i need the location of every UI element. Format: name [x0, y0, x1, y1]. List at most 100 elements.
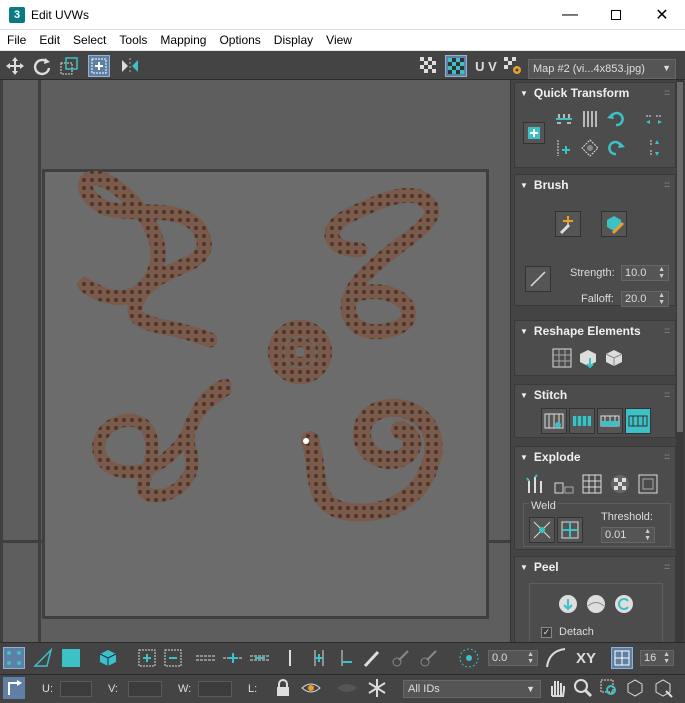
drag-grip-icon[interactable]: :::: [664, 562, 670, 571]
pan-view-button[interactable]: [546, 677, 568, 699]
loop-button[interactable]: [193, 647, 219, 669]
pixel-snap-button[interactable]: [611, 647, 633, 669]
scrollbar-thumb[interactable]: [677, 82, 683, 432]
align-to-edge-button[interactable]: [553, 137, 575, 159]
straighten-button[interactable]: [579, 137, 601, 159]
grow-selection-button[interactable]: [136, 647, 158, 669]
spinner-arrows-icon[interactable]: ▲ ▼: [663, 651, 670, 665]
drag-grip-icon[interactable]: :::: [664, 452, 670, 461]
spinner-arrows-icon[interactable]: ▲ ▼: [658, 292, 665, 306]
rotate-tool-button[interactable]: [31, 55, 53, 77]
ring-shrink-button[interactable]: [335, 647, 357, 669]
ring-button[interactable]: [279, 647, 301, 669]
rollout-header[interactable]: ▼ Reshape Elements :::: [515, 321, 675, 341]
zoom-selected-button[interactable]: [652, 677, 674, 699]
freeform-tool-button[interactable]: [88, 55, 110, 77]
paint-select-button[interactable]: [361, 647, 383, 669]
uv-axis-button[interactable]: U V: [473, 55, 499, 77]
relax-until-flat-button[interactable]: [575, 345, 601, 371]
freeze-button[interactable]: [366, 677, 388, 699]
flatten-by-material-button[interactable]: [635, 471, 661, 497]
strength-spinner[interactable]: 10.0 ▲ ▼: [621, 265, 669, 281]
paint-move-button[interactable]: [555, 211, 581, 237]
relax-button[interactable]: [601, 345, 627, 371]
minimize-button[interactable]: —: [547, 0, 593, 30]
spinner-arrows-icon[interactable]: ▲ ▼: [644, 528, 651, 542]
stitch-average-button[interactable]: [597, 408, 623, 434]
mirror-tool-button[interactable]: [119, 55, 141, 77]
menu-mapping[interactable]: Mapping: [153, 33, 212, 47]
flatten-by-smoothing-button[interactable]: [607, 471, 633, 497]
drag-grip-icon[interactable]: :::: [664, 390, 670, 399]
break-button[interactable]: [523, 471, 549, 497]
scale-tool-button[interactable]: [58, 55, 80, 77]
stitch-to-target-button[interactable]: [625, 408, 651, 434]
set-pivot-button[interactable]: [523, 122, 545, 144]
stitch-to-source-button[interactable]: [569, 408, 595, 434]
threshold-spinner[interactable]: 0.01 ▲ ▼: [601, 527, 655, 543]
brush-falloff-type-button[interactable]: [525, 266, 551, 292]
relax-brush-button[interactable]: [601, 211, 627, 237]
loop-shrink-button[interactable]: [247, 647, 273, 669]
zoom-extents-button[interactable]: [624, 677, 646, 699]
grid-size-spinner[interactable]: 16 ▲ ▼: [640, 650, 674, 666]
menu-file[interactable]: File: [0, 33, 32, 47]
xy-space-button[interactable]: XY: [572, 647, 600, 669]
rollout-header[interactable]: ▼ Stitch :::: [515, 385, 675, 405]
weld-selected-button[interactable]: [529, 517, 555, 543]
stitch-custom-button[interactable]: [541, 408, 567, 434]
zoom-button[interactable]: [572, 677, 594, 699]
rotation-angle-spinner[interactable]: 0.0 ▲ ▼: [488, 650, 538, 666]
menu-options[interactable]: Options: [212, 33, 266, 47]
drag-grip-icon[interactable]: :::: [664, 180, 670, 189]
space-horizontal-button[interactable]: [643, 108, 665, 130]
spinner-arrows-icon[interactable]: ▲ ▼: [527, 651, 534, 665]
map-settings-button[interactable]: [502, 55, 524, 77]
u-coordinate-field[interactable]: [60, 681, 92, 697]
w-coordinate-field[interactable]: [198, 681, 232, 697]
loop-grow-button[interactable]: [220, 647, 246, 669]
straighten-selection-button[interactable]: [549, 345, 575, 371]
material-id-filter-dropdown[interactable]: All IDs ▼: [403, 680, 541, 698]
flatten-by-polygon-button[interactable]: [579, 471, 605, 497]
element-mode-button[interactable]: [97, 647, 119, 669]
close-button[interactable]: ✕: [639, 0, 685, 30]
soft-selection-button[interactable]: [458, 647, 480, 669]
spinner-arrows-icon[interactable]: ▲ ▼: [658, 266, 665, 280]
drag-grip-icon[interactable]: :::: [664, 326, 670, 335]
menu-view[interactable]: View: [319, 33, 358, 47]
rollout-header[interactable]: ▼ Quick Transform :::: [515, 83, 675, 103]
shrink-selection-button[interactable]: [162, 647, 184, 669]
panel-scrollbar[interactable]: [676, 80, 684, 642]
menu-display[interactable]: Display: [267, 33, 319, 47]
paint-grow-button[interactable]: [390, 647, 412, 669]
align-vertical-button[interactable]: [579, 108, 601, 130]
rotate-cw-button[interactable]: [605, 137, 627, 159]
weld-all-button[interactable]: [557, 517, 583, 543]
vertex-mode-button[interactable]: [3, 647, 25, 669]
checker-display-button[interactable]: [418, 55, 440, 77]
uv-viewport[interactable]: [0, 80, 511, 642]
falloff-spinner[interactable]: 20.0 ▲ ▼: [621, 291, 669, 307]
quick-peel-button[interactable]: [555, 591, 581, 617]
menu-edit[interactable]: Edit: [32, 33, 66, 47]
detach-checkbox[interactable]: ✓: [541, 627, 552, 638]
peel-mode-button[interactable]: [583, 591, 609, 617]
rollout-header[interactable]: ▼ Brush :::: [515, 175, 675, 195]
filter-selected-faces-button[interactable]: [336, 677, 358, 699]
paint-shrink-button[interactable]: [418, 647, 440, 669]
v-coordinate-field[interactable]: [128, 681, 162, 697]
space-vertical-button[interactable]: [643, 137, 665, 159]
menu-select[interactable]: Select: [66, 33, 112, 47]
falloff-curve-button[interactable]: [545, 647, 567, 669]
edge-mode-button[interactable]: [32, 647, 54, 669]
texture-display-button[interactable]: [445, 55, 467, 77]
rotate-ccw-button[interactable]: [605, 108, 627, 130]
polygon-mode-button[interactable]: [60, 647, 82, 669]
menu-tools[interactable]: Tools: [112, 33, 153, 47]
hide-button[interactable]: [300, 677, 322, 699]
map-selector-dropdown[interactable]: Map #2 (vi...4x853.jpg) ▼: [528, 59, 676, 79]
reset-peel-button[interactable]: [611, 591, 637, 617]
align-horizontal-button[interactable]: [553, 108, 575, 130]
absolute-offset-toggle[interactable]: [3, 677, 25, 699]
